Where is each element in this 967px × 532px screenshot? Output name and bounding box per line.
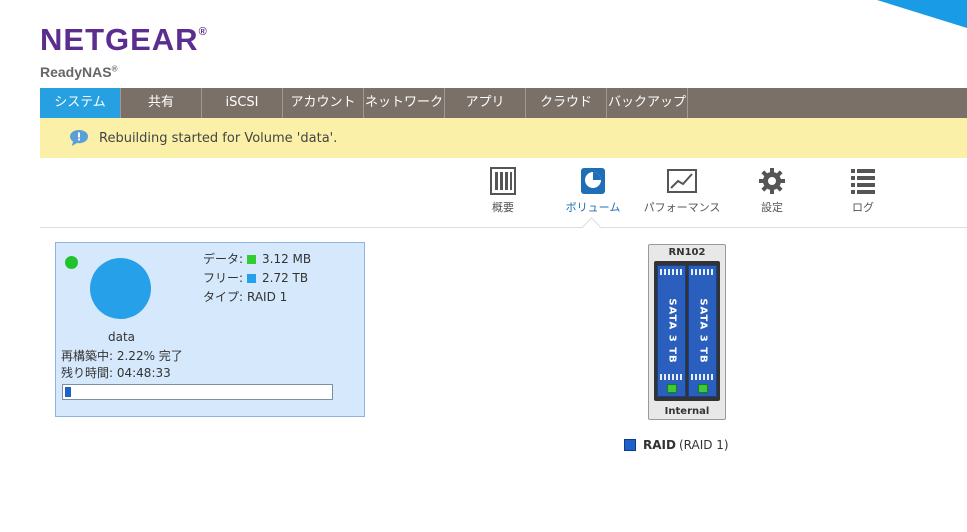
drive-2-label: SATA 3 TB (697, 298, 708, 364)
rebuild-remaining-text: 残り時間: 04:48:33 (61, 366, 171, 380)
nas-location-label: Internal (664, 406, 710, 417)
tab-cloud[interactable]: クラウド (526, 88, 607, 118)
raid-legend: RAID (RAID 1) (624, 438, 729, 452)
legend-free-swatch (247, 274, 256, 283)
subnav-performance-label: パフォーマンス (643, 201, 721, 214)
legend-free-row: フリー: 2.72 TB (201, 269, 311, 288)
rebuild-progress-text: 再構築中: 2.22% 完了 (61, 349, 183, 363)
subnav-log[interactable]: ログ (843, 166, 883, 215)
subnav-log-label: ログ (852, 201, 874, 214)
corner-accent (877, 0, 967, 28)
tab-network[interactable]: ネットワーク (364, 88, 445, 118)
speech-bubble-icon (69, 129, 89, 147)
subnav-settings-label: 設定 (761, 201, 783, 214)
tab-iscsi[interactable]: iSCSI (202, 88, 283, 118)
tab-backup[interactable]: バックアップ (607, 88, 688, 118)
subnav-performance[interactable]: パフォーマンス (640, 166, 724, 215)
system-subnav: 概要 ボリューム パフォーマンス 設定 ログ (0, 166, 967, 228)
subnav-divider (40, 227, 967, 228)
subnav-volume-label: ボリューム (565, 201, 621, 214)
notification-bar: Rebuilding started for Volume 'data'. (40, 118, 967, 158)
drive-2-led (698, 384, 708, 393)
volume-card-data[interactable]: data データ: 3.12 MB フリー: 2.72 TB タイプ: RAID… (55, 242, 365, 417)
volume-status-indicator (65, 256, 78, 269)
legend-data-row: データ: 3.12 MB (201, 250, 311, 269)
volume-usage-pie (90, 258, 151, 319)
tab-accounts[interactable]: アカウント (283, 88, 364, 118)
drive-vent (660, 374, 683, 380)
drive-bay-2[interactable]: SATA 3 TB (688, 265, 717, 397)
legend-free-value: 2.72 TB (262, 271, 309, 285)
legend-data-label: データ: (202, 252, 243, 266)
rebuild-progress-bar (62, 384, 333, 400)
drive-vent (691, 269, 714, 275)
overview-icon (483, 166, 523, 196)
raid-level: (RAID 1) (678, 438, 729, 452)
nas-model-label: RN102 (668, 247, 706, 258)
drive-1-led (667, 384, 677, 393)
tab-shares[interactable]: 共有 (121, 88, 202, 118)
volume-name: data (108, 330, 136, 344)
subnav-overview[interactable]: 概要 (483, 166, 523, 215)
drive-bay-1[interactable]: SATA 3 TB (657, 265, 686, 397)
gear-icon (752, 166, 792, 196)
tab-system[interactable]: システム (40, 88, 121, 118)
drive-vent (691, 374, 714, 380)
legend-type-label: タイプ: (202, 290, 243, 304)
list-icon (843, 166, 883, 196)
netgear-logo: NETGEAR® (40, 22, 208, 57)
legend-data-value: 3.12 MB (262, 252, 312, 266)
main-tab-bar: システム 共有 iSCSI アカウント ネットワーク アプリ クラウド バックア… (40, 88, 967, 118)
subnav-volume[interactable]: ボリューム (562, 166, 624, 215)
legend-type-row: タイプ: RAID 1 (201, 288, 311, 307)
rebuild-progress-fill (65, 387, 71, 397)
subnav-overview-label: 概要 (492, 201, 514, 214)
notification-text: Rebuilding started for Volume 'data'. (99, 130, 338, 146)
legend-type-value: RAID 1 (247, 290, 288, 304)
subnav-settings[interactable]: 設定 (752, 166, 792, 215)
drive-1-label: SATA 3 TB (666, 298, 677, 364)
tab-apps[interactable]: アプリ (445, 88, 526, 118)
nas-device-graphic: RN102 SATA 3 TB SATA 3 TB Internal (648, 244, 726, 420)
legend-free-label: フリー: (202, 271, 243, 285)
drive-vent (660, 269, 683, 275)
rebuild-status: 再構築中: 2.22% 完了 残り時間: 04:48:33 (61, 348, 183, 382)
raid-name: RAID (643, 438, 676, 452)
volume-usage-legend: データ: 3.12 MB フリー: 2.72 TB タイプ: RAID 1 (201, 250, 311, 307)
nas-drive-bay: SATA 3 TB SATA 3 TB (654, 261, 720, 401)
performance-icon (640, 166, 724, 196)
product-name: ReadyNAS® (40, 64, 118, 80)
raid-swatch (624, 439, 636, 451)
legend-data-swatch (247, 255, 256, 264)
volume-icon (562, 166, 624, 196)
